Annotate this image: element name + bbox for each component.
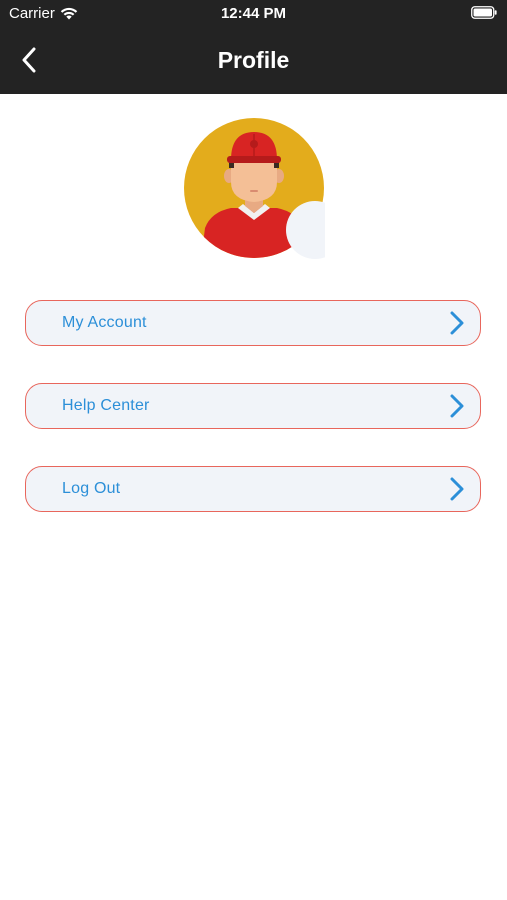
menu-item-label: Help Center — [62, 397, 150, 414]
battery-icon — [471, 6, 497, 19]
chevron-right-icon — [450, 477, 464, 501]
menu-item-label: Log Out — [62, 480, 121, 497]
menu-item-my-account[interactable]: My Account — [25, 300, 481, 346]
chevron-right-icon — [450, 394, 464, 418]
menu-item-log-out[interactable]: Log Out — [25, 466, 481, 512]
status-time: 12:44 PM — [220, 5, 287, 22]
menu-item-help-center[interactable]: Help Center — [25, 383, 481, 429]
chevron-right-icon — [450, 311, 464, 335]
app-header: Carrier 12:44 PM Profile — [0, 0, 507, 94]
menu-item-label: My Account — [62, 314, 147, 331]
page-title: Profile — [217, 47, 290, 73]
profile-avatar[interactable] — [183, 116, 344, 260]
delivery-person-avatar — [184, 118, 344, 259]
status-bar: Carrier 12:44 PM — [0, 0, 507, 28]
